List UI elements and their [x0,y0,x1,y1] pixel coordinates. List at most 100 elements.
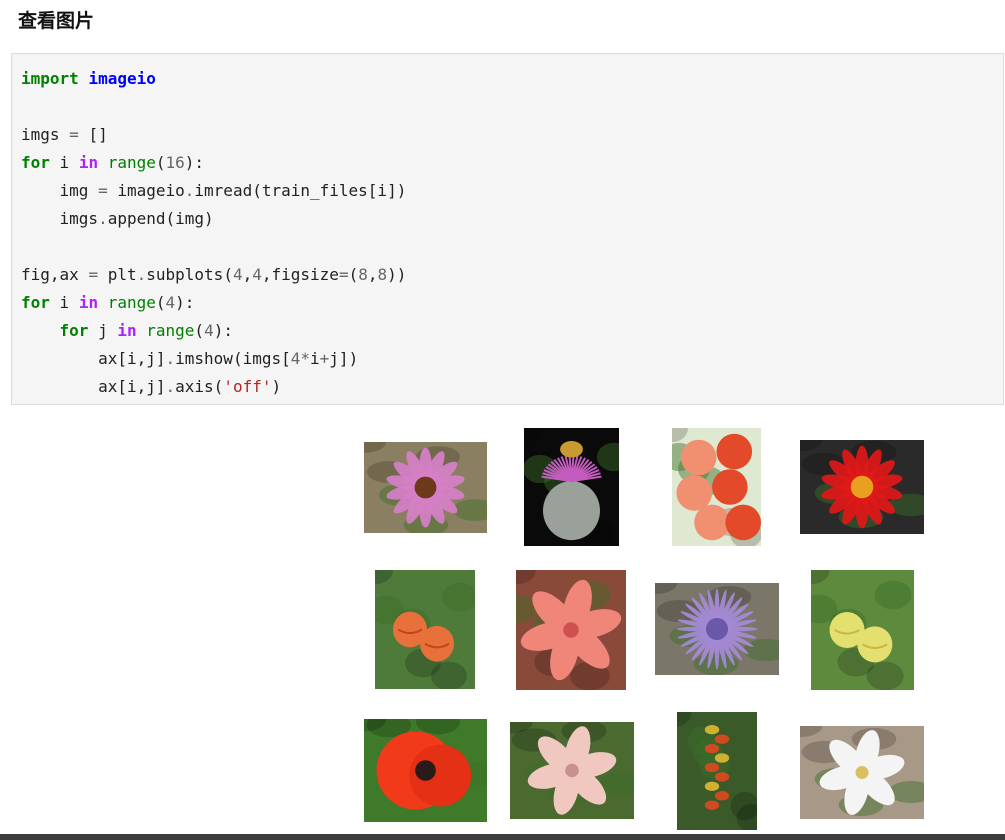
code-token: i [49,153,79,172]
code-token: plt [98,265,137,284]
code-token: . [165,349,176,368]
code-token: 4 [165,293,176,312]
code-token: 8 [377,265,388,284]
code-token: imread(train_files[i]) [194,181,407,200]
code-token: ): [213,321,233,340]
flower-photo [364,719,487,822]
code-token: . [184,181,195,200]
code-editor[interactable]: import imageio imgs = [] for i in range(1… [21,65,406,401]
code-token: . [165,377,176,396]
code-line: ax[i,j].axis('off') [21,373,406,401]
flower-photo [510,722,634,819]
code-token: . [136,265,147,284]
code-token: 4 [252,265,262,284]
flower-image-dahlia-red [800,440,924,534]
code-token: [] [78,125,108,144]
flower-image-monarda-purple [655,583,779,675]
code-token: , [367,265,378,284]
code-token: = [69,125,79,144]
flower-image-magnolia [510,722,634,819]
code-token: append(img) [107,209,214,228]
code-token: for [21,293,50,312]
code-cell[interactable]: import imageio imgs = [] for i in range(1… [11,53,1004,405]
flower-photo [516,570,626,690]
code-line: imgs = [] [21,121,406,149]
code-token: imageio [107,181,185,200]
code-token: 8 [358,265,368,284]
code-token: , [242,265,253,284]
code-token: )) [387,265,407,284]
flower-photo [811,570,914,690]
code-token: ( [155,293,166,312]
flower-image-orchid-white [800,726,924,819]
flower-image-spike-flower [677,712,757,830]
code-token: ): [175,293,195,312]
code-token: 4 [204,321,214,340]
code-token: imgs [21,125,70,144]
code-token: subplots( [146,265,233,284]
code-token: axis( [175,377,224,396]
code-token: ( [155,153,166,172]
flower-image-coneflower [364,442,487,533]
code-token: 4 [290,349,301,368]
code-line: ax[i,j].imshow(imgs[4*i+j]) [21,345,406,373]
code-token: ( [348,265,359,284]
code-token: img [21,181,99,200]
code-line: imgs.append(img) [21,205,406,233]
code-token: i [310,349,320,368]
flower-image-tiger-lily [516,570,626,690]
bottom-scrollbar[interactable] [0,834,1005,840]
code-token: in [117,321,137,340]
code-token: for [21,153,50,172]
code-token: ): [184,153,205,172]
flower-photo [524,428,619,546]
code-token: 'off' [223,377,272,396]
code-token: ) [271,377,282,396]
code-token: imshow(imgs[ [175,349,291,368]
code-token: for [59,321,89,340]
code-token: range [107,293,156,312]
code-token: j [88,321,118,340]
code-token: in [78,153,99,172]
code-token: ( [194,321,205,340]
flower-image-abutilon [375,570,475,689]
code-line: fig,ax = plt.subplots(4,4,figsize=(8,8)) [21,261,406,289]
flower-photo [677,712,757,830]
flower-photo [655,583,779,675]
code-token: + [319,349,330,368]
code-line: for j in range(4): [21,317,406,345]
flower-image-poppy [364,719,487,822]
flower-photo [800,440,924,534]
code-token: range [107,153,156,172]
code-token: ax[i,j] [21,377,166,396]
output-area [0,406,1005,832]
code-token: ,figsize [261,265,339,284]
code-token: fig,ax [21,265,89,284]
flower-photo [375,570,475,689]
code-token: range [146,321,195,340]
code-token: = [338,265,349,284]
code-line: img = imageio.imread(train_files[i]) [21,177,407,205]
code-token: 16 [165,153,185,172]
code-token: i [49,293,79,312]
code-line: import imageio [21,65,406,93]
flower-image-abutilon-yellow [811,570,914,690]
section-heading: 查看图片 [18,10,95,32]
code-token: 4 [232,265,243,284]
code-token: = [88,265,99,284]
code-token: . [98,209,108,228]
flower-image-gladiolus-red [672,428,761,546]
flower-image-thistle [524,428,619,546]
code-token: in [78,293,99,312]
code-line: for i in range(4): [21,289,406,317]
code-token: ax[i,j] [21,349,166,368]
code-token: j]) [329,349,359,368]
flower-photo [800,726,924,819]
